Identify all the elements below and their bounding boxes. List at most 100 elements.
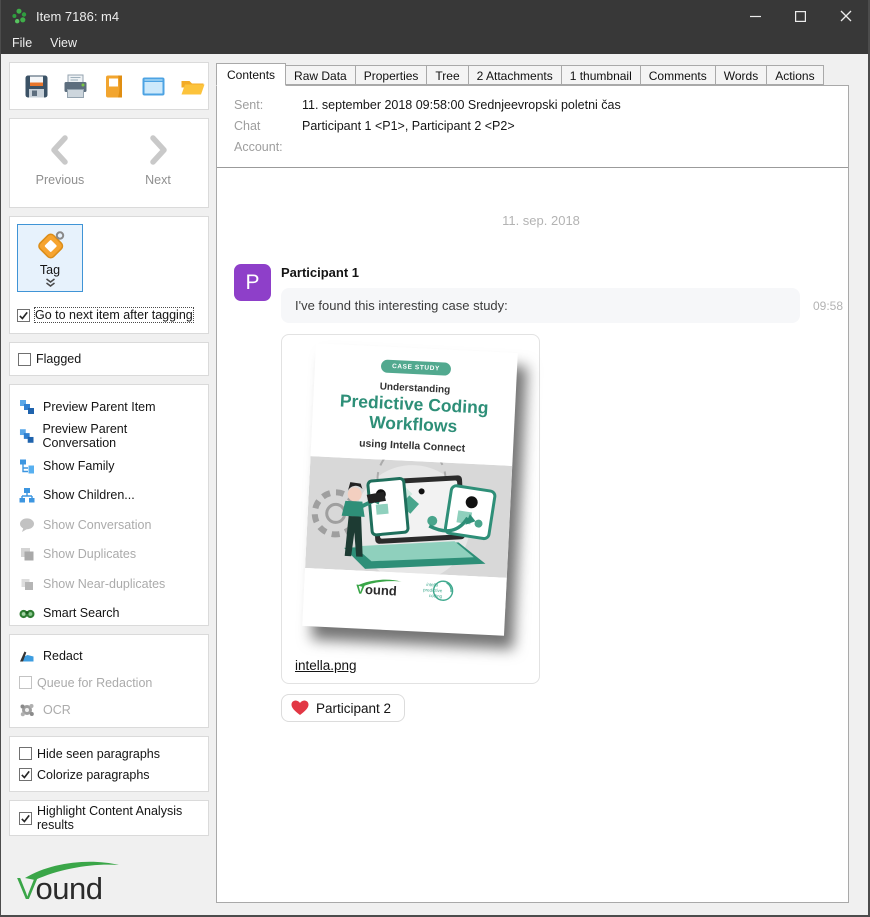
maximize-icon xyxy=(795,11,806,22)
duplicates-icon xyxy=(19,546,35,562)
tab-properties[interactable]: Properties xyxy=(355,65,428,85)
highlight-content-analysis-checkbox[interactable]: Highlight Content Analysis results xyxy=(19,804,208,832)
chevron-right-icon xyxy=(147,135,169,165)
hide-seen-paragraphs-checkbox[interactable]: Hide seen paragraphs xyxy=(19,747,199,761)
image-icon xyxy=(140,73,167,100)
preview-image-button[interactable] xyxy=(140,73,167,100)
window-controls xyxy=(733,0,868,32)
next-button[interactable]: Next xyxy=(126,135,190,207)
tag-button-label: Tag xyxy=(40,263,60,277)
message-header: Sent: 11. september 2018 09:58:00 Srednj… xyxy=(217,86,848,168)
message-time: 09:58 xyxy=(813,299,843,313)
redaction-panel: Redact Queue for Redaction OCR xyxy=(9,634,209,728)
sent-value: 11. september 2018 09:58:00 Srednjeevrop… xyxy=(302,95,621,116)
chat-account-value: Participant 1 <P1>, Participant 2 <P2> xyxy=(302,116,515,158)
action-show-family[interactable]: Show Family xyxy=(19,451,199,481)
action-show-conversation: Show Conversation xyxy=(19,510,199,540)
action-smart-search[interactable]: Smart Search xyxy=(19,599,199,629)
menubar: File View xyxy=(1,32,868,54)
tag-icon xyxy=(33,230,67,262)
cascade-icon xyxy=(19,428,34,444)
minimize-button[interactable] xyxy=(733,0,778,32)
attachment-image[interactable]: CASE STUDY Understanding Predictive Codi… xyxy=(302,343,518,636)
chat-view: 11. sep. 2018 P Participant 1 I've found… xyxy=(217,213,848,722)
close-button[interactable] xyxy=(823,0,868,32)
checkbox-unchecked xyxy=(18,353,31,366)
conversation-icon xyxy=(19,517,35,533)
vound-wordmark: Vound xyxy=(17,871,102,907)
svg-text:ound: ound xyxy=(365,581,398,598)
next-label: Next xyxy=(145,173,171,187)
tab-actions[interactable]: Actions xyxy=(766,65,823,85)
avatar: P xyxy=(234,264,271,301)
action-show-near-duplicates: Show Near-duplicates xyxy=(19,569,199,599)
file-toolbar xyxy=(9,62,209,110)
app-body: Previous Next Tag xyxy=(1,54,868,915)
sent-label: Sent: xyxy=(234,95,302,116)
titlebar: Item 7186: m4 xyxy=(1,0,868,32)
highlight-panel: Highlight Content Analysis results xyxy=(9,800,209,836)
children-tree-icon xyxy=(19,487,35,503)
checkbox-disabled xyxy=(19,676,32,689)
contents-tab-page: Sent: 11. september 2018 09:58:00 Srednj… xyxy=(216,85,849,903)
chat-account-label: Chat Account: xyxy=(234,116,302,158)
save-button[interactable] xyxy=(23,73,50,100)
flagged-label: Flagged xyxy=(36,352,81,366)
chevron-left-icon xyxy=(49,135,71,165)
attachment-filename-link[interactable]: intella.png xyxy=(295,658,357,673)
message-sender: Participant 1 xyxy=(281,265,843,280)
double-chevron-down-icon xyxy=(45,278,56,287)
tab-attachments[interactable]: 2 Attachments xyxy=(468,65,562,85)
binoculars-icon xyxy=(19,605,35,621)
menu-file[interactable]: File xyxy=(3,33,41,53)
action-redact[interactable]: Redact xyxy=(19,642,199,669)
flagged-checkbox[interactable]: Flagged xyxy=(18,352,81,366)
window-title: Item 7186: m4 xyxy=(36,9,119,24)
action-preview-parent-item[interactable]: Preview Parent Item xyxy=(19,392,199,422)
tag-button[interactable]: Tag xyxy=(17,224,83,292)
family-tree-icon xyxy=(19,458,35,474)
tab-contents[interactable]: Contents xyxy=(216,63,286,86)
paragraph-options-panel: Hide seen paragraphs Colorize paragraphs xyxy=(9,736,209,792)
item-navigation: Previous Next xyxy=(9,118,209,208)
export-button[interactable] xyxy=(101,73,128,100)
near-duplicates-icon xyxy=(19,576,35,592)
svg-text:coding: coding xyxy=(429,593,443,599)
cover-illustration xyxy=(305,456,512,578)
tab-comments[interactable]: Comments xyxy=(640,65,716,85)
go-to-next-item-checkbox[interactable]: Go to next item after tagging xyxy=(17,308,201,322)
checkbox-checked xyxy=(19,812,32,825)
menu-view[interactable]: View xyxy=(41,33,86,53)
reaction-chip[interactable]: Participant 2 xyxy=(281,694,405,722)
action-show-children[interactable]: Show Children... xyxy=(19,481,199,511)
colorize-paragraphs-checkbox[interactable]: Colorize paragraphs xyxy=(19,768,199,782)
open-folder-button[interactable] xyxy=(179,73,206,100)
flagged-panel: Flagged xyxy=(9,342,209,376)
chat-date-separator: 11. sep. 2018 xyxy=(234,213,848,228)
previous-button[interactable]: Previous xyxy=(28,135,92,207)
tab-words[interactable]: Words xyxy=(715,65,767,85)
action-ocr: OCR xyxy=(19,696,199,723)
app-window: Item 7186: m4 File View xyxy=(0,0,870,917)
checkbox-unchecked xyxy=(19,747,32,760)
tabstrip: Contents Raw Data Properties Tree 2 Atta… xyxy=(216,62,849,85)
cover-title-line2: Workflows xyxy=(369,412,458,436)
predictive-coding-stamp-icon: intella predictive coding xyxy=(422,576,457,604)
heart-icon xyxy=(291,700,309,716)
intella-app-icon xyxy=(11,8,28,25)
queue-for-redaction-checkbox: Queue for Redaction xyxy=(19,669,199,696)
tab-raw-data[interactable]: Raw Data xyxy=(285,65,356,85)
tab-tree[interactable]: Tree xyxy=(426,65,468,85)
attachment-card[interactable]: CASE STUDY Understanding Predictive Codi… xyxy=(281,334,540,684)
reaction-label: Participant 2 xyxy=(316,701,391,716)
action-preview-parent-conversation[interactable]: Preview Parent Conversation xyxy=(19,422,199,452)
minimize-icon xyxy=(750,11,761,22)
print-button[interactable] xyxy=(62,73,89,100)
tab-thumbnail[interactable]: 1 thumbnail xyxy=(561,65,641,85)
redact-marker-icon xyxy=(19,648,35,664)
ocr-icon xyxy=(19,702,35,718)
maximize-button[interactable] xyxy=(778,0,823,32)
cover-badge: CASE STUDY xyxy=(381,359,451,375)
checkbox-checked xyxy=(17,309,30,322)
item-actions-panel: Preview Parent Item Preview Parent Conve… xyxy=(9,384,209,626)
